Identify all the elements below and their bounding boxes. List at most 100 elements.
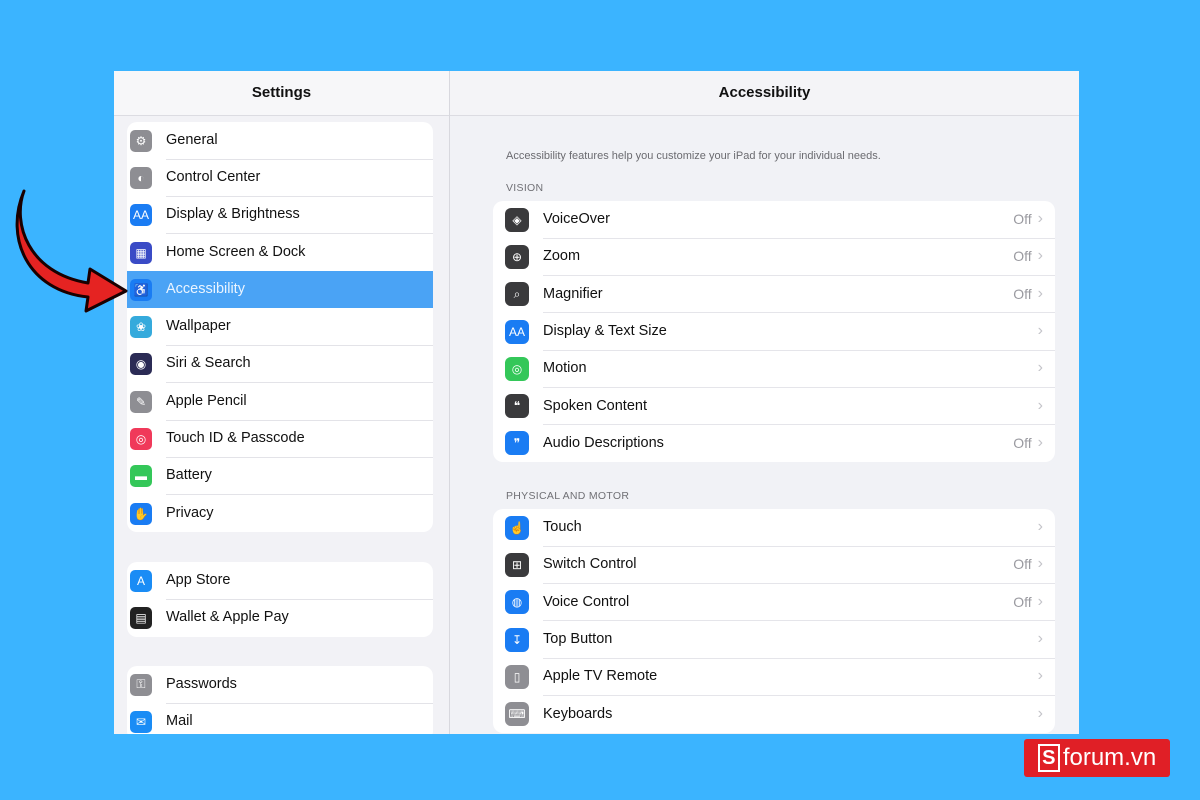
chevron-right-icon: › <box>1037 667 1043 685</box>
chevron-right-icon: › <box>1037 247 1043 265</box>
setting-row-content: Zoom Off › <box>543 238 1055 276</box>
zoom-icon: ⊕ <box>505 244 529 269</box>
wallet-icon: ▤ <box>130 606 152 629</box>
chevron-right-icon: › <box>1037 434 1043 452</box>
sidebar-item-touch-id-passcode[interactable]: ◎ Touch ID & Passcode <box>127 420 433 459</box>
setting-label: Spoken Content <box>543 397 647 414</box>
sidebar-item-label: Display & Brightness <box>166 196 433 235</box>
chevron-right-icon: › <box>1037 705 1043 723</box>
chevron-right-icon: › <box>1037 518 1043 536</box>
gear-icon: ⚙ <box>130 129 152 152</box>
motion-icon: ◎ <box>505 356 529 381</box>
setting-label: Keyboards <box>543 706 613 723</box>
setting-status: Off <box>1013 211 1032 228</box>
audio-descriptions-icon: ❞ <box>505 431 529 456</box>
setting-row-audio-descriptions[interactable]: ❞ Audio Descriptions Off › <box>493 425 1055 462</box>
chevron-right-icon: › <box>1037 555 1043 573</box>
sidebar-item-home-screen-dock[interactable]: ▦ Home Screen & Dock <box>127 234 433 272</box>
setting-status: Off <box>1013 285 1032 302</box>
tv-remote-icon: ▯ <box>505 664 529 689</box>
setting-row-motion[interactable]: ◎ Motion › <box>493 350 1055 388</box>
setting-row-content: Spoken Content › <box>543 387 1055 426</box>
setting-status: Off <box>1013 556 1032 573</box>
sidebar-item-wallpaper[interactable]: ❀ Wallpaper <box>127 308 433 347</box>
setting-status: Off <box>1013 593 1032 610</box>
sidebar-item-passwords[interactable]: ⚿ Passwords <box>127 666 433 704</box>
sidebar-item-display-brightness[interactable]: AA Display & Brightness <box>127 196 433 235</box>
chevron-right-icon: › <box>1037 396 1043 414</box>
sidebar-item-control-center[interactable]: ◐ Control Center <box>127 159 433 197</box>
pencil-icon: ✎ <box>130 390 152 413</box>
section-title-vision: VISION <box>506 182 544 194</box>
ipad-screen: Settings ⚙ General ◐ Control Center AA Displa… <box>114 71 1079 734</box>
sidebar-item-siri-search[interactable]: ◉ Siri & Search <box>127 345 433 384</box>
settings-sidebar: Settings ⚙ General ◐ Control Center AA Displa… <box>114 71 450 734</box>
watermark-text: forum.vn <box>1062 744 1157 771</box>
magnifier-icon: ⌕ <box>505 282 529 307</box>
switch-control-icon: ⊞ <box>505 552 529 577</box>
setting-label: Apple TV Remote <box>543 668 658 685</box>
setting-row-content: Magnifier Off › <box>543 275 1055 314</box>
sidebar-item-label: Accessibility <box>166 281 245 298</box>
sidebar-item-label: Siri & Search <box>166 345 433 384</box>
sidebar-item-label: Passwords <box>166 666 433 704</box>
chevron-right-icon: › <box>1037 359 1043 377</box>
setting-label: Display & Text Size <box>543 323 667 340</box>
keyboard-icon: ⌨ <box>505 702 529 727</box>
setting-status: Off <box>1013 435 1032 452</box>
setting-row-touch[interactable]: ☝ Touch › <box>493 509 1055 547</box>
setting-label: Magnifier <box>543 285 603 302</box>
setting-row-voiceover[interactable]: ◈ VoiceOver Off › <box>493 201 1055 239</box>
voiceover-icon: ◈ <box>505 207 529 232</box>
setting-row-magnifier[interactable]: ⌕ Magnifier Off › <box>493 275 1055 314</box>
sidebar-item-label: Apple Pencil <box>166 383 433 421</box>
setting-row-keyboards[interactable]: ⌨ Keyboards › <box>493 695 1055 732</box>
setting-row-content: Touch › <box>543 509 1055 547</box>
setting-row-content: Apple TV Remote › <box>543 658 1055 696</box>
sidebar-item-accessibility[interactable]: ♿ Accessibility <box>127 271 433 309</box>
page-title: Accessibility <box>450 71 1079 116</box>
setting-label: Zoom <box>543 248 581 265</box>
sidebar-item-label: Privacy <box>166 505 214 522</box>
setting-row-content: Voice Control Off › <box>543 583 1055 622</box>
vision-group: ◈ VoiceOver Off › ⊕ Zoom Off › ⌕ Magnifier Off › AA D… <box>493 201 1055 463</box>
forum-watermark: S forum.vn <box>1024 739 1170 777</box>
chevron-right-icon: › <box>1037 322 1043 340</box>
setting-row-content: Display & Text Size › <box>543 313 1055 351</box>
sidebar-item-apple-pencil[interactable]: ✎ Apple Pencil <box>127 383 433 421</box>
sidebar-item-privacy[interactable]: ✋ Privacy <box>127 495 433 532</box>
watermark-logo: S <box>1037 744 1060 772</box>
chevron-right-icon: › <box>1037 284 1043 302</box>
setting-row-zoom[interactable]: ⊕ Zoom Off › <box>493 238 1055 276</box>
sidebar-item-label: Wallpaper <box>166 308 433 347</box>
sidebar-item-general[interactable]: ⚙ General <box>127 122 433 160</box>
sidebar-item-wallet-apple-pay[interactable]: ▤ Wallet & Apple Pay <box>127 599 433 636</box>
chevron-right-icon: › <box>1037 210 1043 228</box>
setting-row-display-text-size[interactable]: AA Display & Text Size › <box>493 313 1055 351</box>
setting-row-content: Motion › <box>543 350 1055 388</box>
sidebar-item-mail[interactable]: ✉ Mail <box>127 703 433 734</box>
setting-row-voice-control[interactable]: ◍ Voice Control Off › <box>493 583 1055 622</box>
sidebar-item-label: Control Center <box>166 159 433 197</box>
sidebar-group-3: ⚿ Passwords ✉ Mail <box>127 666 433 734</box>
physical-motor-group: ☝ Touch › ⊞ Switch Control Off › ◍ Voice Control… <box>493 509 1055 733</box>
text-size-icon: AA <box>505 319 529 344</box>
setting-label: Touch <box>543 519 582 536</box>
wallpaper-icon: ❀ <box>130 316 152 339</box>
fingerprint-icon: ◎ <box>130 428 152 451</box>
setting-row-top-button[interactable]: ↧ Top Button › <box>493 621 1055 659</box>
sidebar-item-label: App Store <box>166 562 433 600</box>
section-title-physical-motor: PHYSICAL AND MOTOR <box>506 490 630 502</box>
setting-row-content: Keyboards › <box>543 696 1055 733</box>
battery-icon: ▬ <box>130 465 152 488</box>
sidebar-item-label: Touch ID & Passcode <box>166 420 433 459</box>
setting-row-spoken-content[interactable]: ❝ Spoken Content › <box>493 387 1055 426</box>
sidebar-item-battery[interactable]: ▬ Battery <box>127 458 433 496</box>
setting-row-apple-tv-remote[interactable]: ▯ Apple TV Remote › <box>493 658 1055 696</box>
setting-row-switch-control[interactable]: ⊞ Switch Control Off › <box>493 546 1055 584</box>
sidebar-title: Settings <box>114 71 449 116</box>
setting-label: Audio Descriptions <box>543 435 664 452</box>
accessibility-pane: Accessibility Accessibility features hel… <box>450 71 1079 734</box>
sidebar-item-app-store[interactable]: A App Store <box>127 562 433 600</box>
chevron-right-icon: › <box>1037 630 1043 648</box>
